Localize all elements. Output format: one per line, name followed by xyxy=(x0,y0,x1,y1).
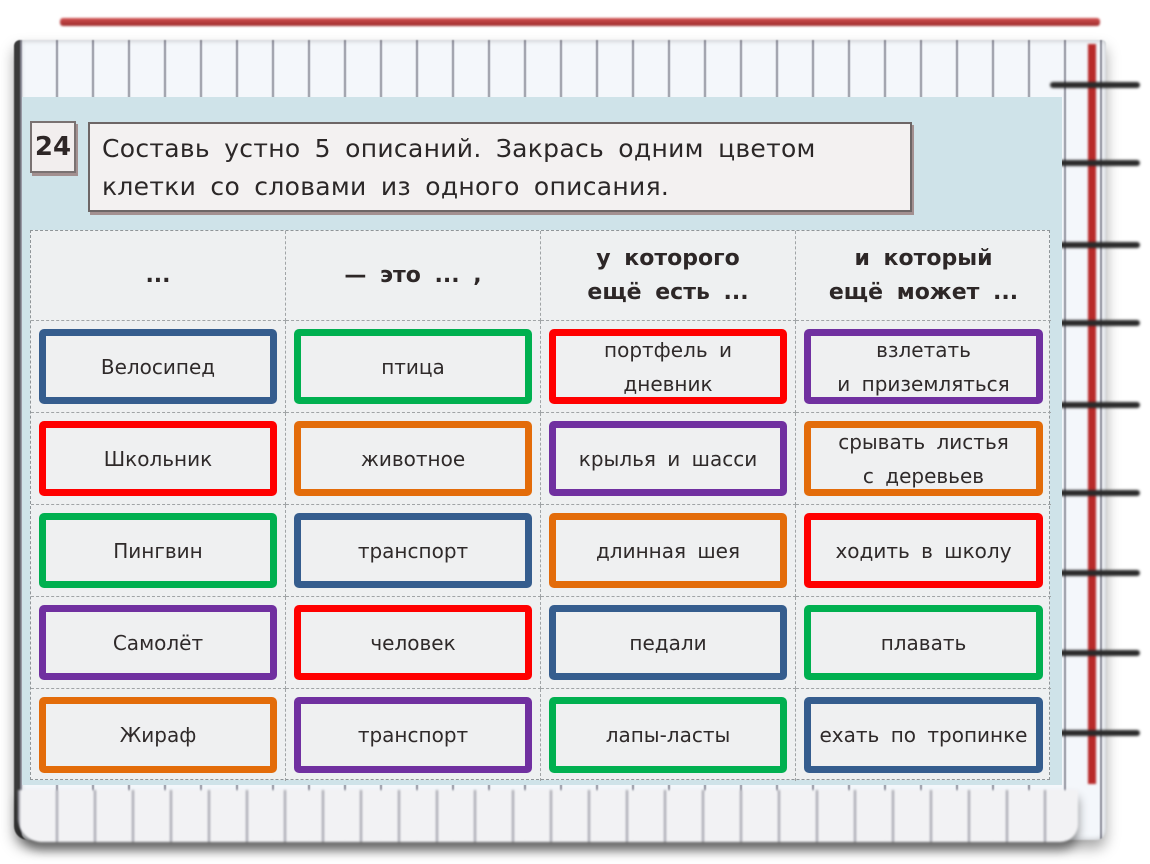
table-cell-can: плавать xyxy=(796,597,1051,689)
notebook-margin-line xyxy=(1088,44,1096,784)
table-cell-has: крылья и шасси xyxy=(541,413,796,505)
word-card[interactable]: срывать листья с деревьев xyxy=(804,421,1043,496)
spiral-ring xyxy=(1050,730,1140,736)
word-card[interactable]: Школьник xyxy=(39,421,277,496)
word-card[interactable]: педали xyxy=(549,605,787,680)
word-card[interactable]: Велосипед xyxy=(39,329,277,404)
table-cell-has: портфель и дневник xyxy=(541,321,796,413)
word-card[interactable]: взлетать и приземляться xyxy=(804,329,1043,404)
spiral-ring xyxy=(1050,650,1140,656)
table-cell-can: ходить в школу xyxy=(796,505,1051,597)
word-card[interactable]: длинная шея xyxy=(549,513,787,588)
word-card[interactable]: животное xyxy=(294,421,532,496)
table-cell-subject: Пингвин xyxy=(31,505,286,597)
table-cell-category: транспорт xyxy=(286,505,541,597)
word-card[interactable]: ходить в школу xyxy=(804,513,1043,588)
word-card[interactable]: лапы-ласты xyxy=(549,697,787,773)
spiral-ring xyxy=(1050,82,1140,88)
spiral-ring xyxy=(1050,242,1140,248)
header-cell-can: и который ещё может ... xyxy=(796,231,1051,321)
table-cell-has: лапы-ласты xyxy=(541,689,796,781)
spiral-ring xyxy=(1050,570,1140,576)
header-cell-category: — это ... , xyxy=(286,231,541,321)
spiral-ring xyxy=(1050,320,1140,326)
table-cell-subject: Школьник xyxy=(31,413,286,505)
word-card[interactable]: Самолёт xyxy=(39,605,277,680)
word-card[interactable]: Жираф xyxy=(39,697,277,773)
spiral-ring xyxy=(1050,490,1140,496)
word-card[interactable]: крылья и шасси xyxy=(549,421,787,496)
word-card[interactable]: человек xyxy=(294,605,532,680)
header-cell-has: у которого ещё есть ... xyxy=(541,231,796,321)
header-label: — это ... , xyxy=(344,262,482,288)
table-cell-category: птица xyxy=(286,321,541,413)
header-cell-subject: ... xyxy=(31,231,286,321)
table-cell-category: животное xyxy=(286,413,541,505)
table-cell-category: транспорт xyxy=(286,689,541,781)
table-cell-subject: Самолёт xyxy=(31,597,286,689)
header-label: и который ещё может ... xyxy=(828,245,1019,305)
table-cell-subject: Жираф xyxy=(31,689,286,781)
word-card[interactable]: птица xyxy=(294,329,532,404)
word-card[interactable]: ехать по тропинке xyxy=(804,697,1043,773)
word-card[interactable]: плавать xyxy=(804,605,1043,680)
task-number: 24 xyxy=(30,121,76,173)
instruction-line-1: Составь устно 5 описаний. Закрась одним … xyxy=(102,134,816,163)
table-cell-subject: Велосипед xyxy=(31,321,286,413)
spiral-ring xyxy=(1050,402,1140,408)
table-cell-category: человек xyxy=(286,597,541,689)
table-cell-can: взлетать и приземляться xyxy=(796,321,1051,413)
word-card[interactable]: портфель и дневник xyxy=(549,329,787,404)
word-card[interactable]: транспорт xyxy=(294,697,532,773)
notebook-bottom-pages xyxy=(18,790,1078,842)
notebook-top-edge xyxy=(60,18,1100,26)
table-cell-can: ехать по тропинке xyxy=(796,689,1051,781)
spiral-ring xyxy=(1050,160,1140,166)
header-label: у которого ещё есть ... xyxy=(587,245,749,305)
table-cell-can: срывать листья с деревьев xyxy=(796,413,1051,505)
word-card[interactable]: транспорт xyxy=(294,513,532,588)
word-card[interactable]: Пингвин xyxy=(39,513,277,588)
table-cell-has: педали xyxy=(541,597,796,689)
table-cell-has: длинная шея xyxy=(541,505,796,597)
description-table: ... — это ... , у которого ещё есть ... … xyxy=(30,230,1051,781)
task-instruction: Составь устно 5 описаний. Закрась одним … xyxy=(88,122,912,212)
header-label: ... xyxy=(145,262,171,288)
instruction-line-2: клетки со словами из одного описания. xyxy=(102,172,670,201)
